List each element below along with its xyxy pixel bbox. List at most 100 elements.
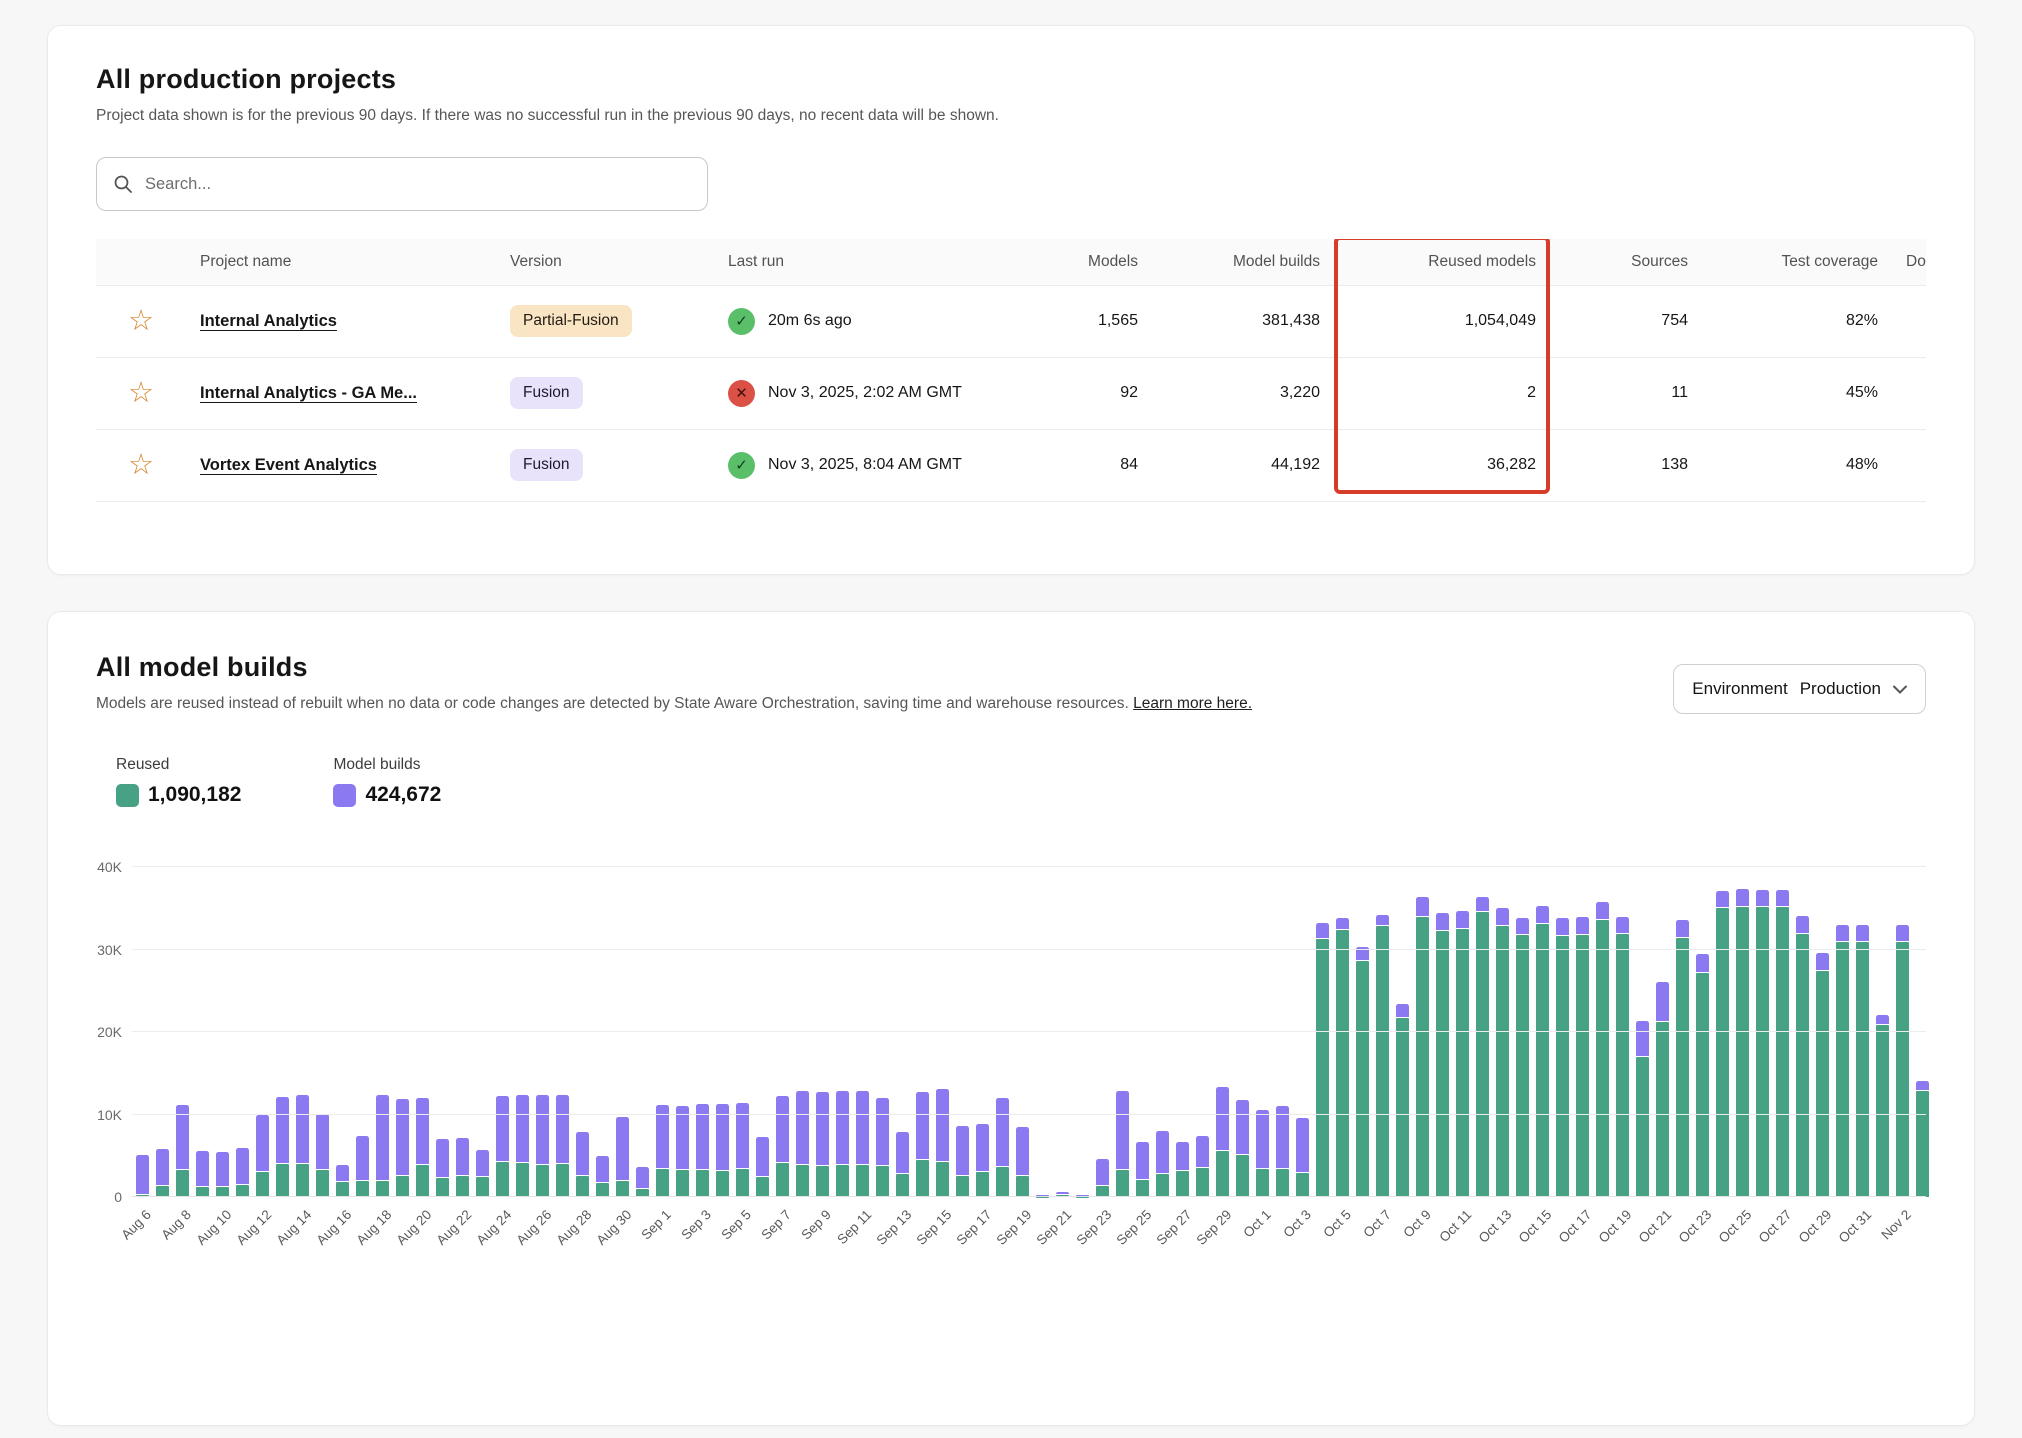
bar-aug-8[interactable]: Aug 8 [176,867,189,1197]
bar-oct-23[interactable]: Oct 23 [1696,867,1709,1197]
favorite-star-icon[interactable]: ☆ [128,307,154,336]
bar-sep-1[interactable]: Sep 1 [656,867,669,1197]
bar-oct-9[interactable]: Oct 9 [1416,867,1429,1197]
bar-aug-20[interactable]: Aug 20 [416,867,429,1197]
search-input[interactable] [145,175,691,194]
bar-oct-5[interactable]: Oct 5 [1336,867,1349,1197]
bar-oct-15[interactable]: Oct 15 [1536,867,1549,1197]
bar-aug-29[interactable] [596,867,609,1197]
bar-oct-2[interactable] [1276,867,1289,1197]
bar-oct-8[interactable] [1396,867,1409,1197]
bar-aug-23[interactable] [476,867,489,1197]
bar-oct-10[interactable] [1436,867,1449,1197]
bar-oct-13[interactable]: Oct 13 [1496,867,1509,1197]
bar-oct-25[interactable]: Oct 25 [1736,867,1749,1197]
bar-oct-28[interactable] [1796,867,1809,1197]
bar-oct-30[interactable] [1836,867,1849,1197]
bar-sep-3[interactable]: Sep 3 [696,867,709,1197]
bar-sep-17[interactable]: Sep 17 [976,867,989,1197]
favorite-star-icon[interactable]: ☆ [128,379,154,408]
bar-aug-27[interactable] [556,867,569,1197]
bar-sep-26[interactable] [1156,867,1169,1197]
bar-sep-15[interactable]: Sep 15 [936,867,949,1197]
bar-sep-24[interactable] [1116,867,1129,1197]
bar-aug-22[interactable]: Aug 22 [456,867,469,1197]
bar-oct-31[interactable]: Oct 31 [1856,867,1869,1197]
project-name-link[interactable]: Internal Analytics [200,312,337,330]
bar-oct-3[interactable]: Oct 3 [1296,867,1309,1197]
environment-select[interactable]: Environment Production [1673,664,1926,714]
bar-nov-2[interactable]: Nov 2 [1896,867,1909,1197]
bar-sep-18[interactable] [996,867,1009,1197]
bar-oct-22[interactable] [1676,867,1689,1197]
bar-aug-16[interactable]: Aug 16 [336,867,349,1197]
bar-oct-20[interactable] [1636,867,1649,1197]
bar-aug-18[interactable]: Aug 18 [376,867,389,1197]
bar-sep-13[interactable]: Sep 13 [896,867,909,1197]
bar-sep-5[interactable]: Sep 5 [736,867,749,1197]
bar-nov-1[interactable] [1876,867,1889,1197]
bar-oct-27[interactable]: Oct 27 [1776,867,1789,1197]
bar-sep-21[interactable]: Sep 21 [1056,867,1069,1197]
bar-oct-24[interactable] [1716,867,1729,1197]
learn-more-link[interactable]: Learn more here. [1133,695,1252,712]
bar-oct-21[interactable]: Oct 21 [1656,867,1669,1197]
bar-sep-9[interactable]: Sep 9 [816,867,829,1197]
bar-oct-12[interactable] [1476,867,1489,1197]
bar-sep-25[interactable]: Sep 25 [1136,867,1149,1197]
bar-oct-11[interactable]: Oct 11 [1456,867,1469,1197]
bar-aug-6[interactable]: Aug 6 [136,867,149,1197]
favorite-star-icon[interactable]: ☆ [128,451,154,480]
bar-oct-26[interactable] [1756,867,1769,1197]
bar-sep-28[interactable] [1196,867,1209,1197]
bar-sep-4[interactable] [716,867,729,1197]
bar-oct-4[interactable] [1316,867,1329,1197]
bar-aug-30[interactable]: Aug 30 [616,867,629,1197]
bar-oct-14[interactable] [1516,867,1529,1197]
bar-aug-9[interactable] [196,867,209,1197]
search-box[interactable] [96,157,708,211]
bar-sep-8[interactable] [796,867,809,1197]
bar-aug-31[interactable] [636,867,649,1197]
bar-sep-23[interactable]: Sep 23 [1096,867,1109,1197]
bar-sep-14[interactable] [916,867,929,1197]
bar-sep-30[interactable] [1236,867,1249,1197]
bar-aug-26[interactable]: Aug 26 [536,867,549,1197]
bar-sep-16[interactable] [956,867,969,1197]
bar-oct-1[interactable]: Oct 1 [1256,867,1269,1197]
project-name-link[interactable]: Internal Analytics - GA Me... [200,384,417,402]
bar-aug-21[interactable] [436,867,449,1197]
bar-aug-11[interactable] [236,867,249,1197]
bar-sep-29[interactable]: Sep 29 [1216,867,1229,1197]
bar-aug-15[interactable] [316,867,329,1197]
bar-aug-19[interactable] [396,867,409,1197]
project-name-link[interactable]: Vortex Event Analytics [200,456,377,474]
bar-oct-18[interactable] [1596,867,1609,1197]
bar-sep-19[interactable]: Sep 19 [1016,867,1029,1197]
bar-oct-29[interactable]: Oct 29 [1816,867,1829,1197]
bar-oct-19[interactable]: Oct 19 [1616,867,1629,1197]
bar-aug-25[interactable] [516,867,529,1197]
bar-sep-22[interactable] [1076,867,1089,1197]
bar-sep-27[interactable]: Sep 27 [1176,867,1189,1197]
bar-oct-6[interactable] [1356,867,1369,1197]
bar-sep-11[interactable]: Sep 11 [856,867,869,1197]
bar-aug-24[interactable]: Aug 24 [496,867,509,1197]
bar-aug-17[interactable] [356,867,369,1197]
bar-sep-2[interactable] [676,867,689,1197]
bar-aug-28[interactable]: Aug 28 [576,867,589,1197]
bar-nov-3[interactable] [1916,867,1929,1197]
bar-sep-12[interactable] [876,867,889,1197]
bar-aug-10[interactable]: Aug 10 [216,867,229,1197]
bar-aug-13[interactable] [276,867,289,1197]
bar-oct-16[interactable] [1556,867,1569,1197]
bar-sep-6[interactable] [756,867,769,1197]
bar-aug-14[interactable]: Aug 14 [296,867,309,1197]
bar-aug-7[interactable] [156,867,169,1197]
bar-sep-10[interactable] [836,867,849,1197]
bar-oct-7[interactable]: Oct 7 [1376,867,1389,1197]
bar-aug-12[interactable]: Aug 12 [256,867,269,1197]
bar-sep-20[interactable] [1036,867,1049,1197]
bar-oct-17[interactable]: Oct 17 [1576,867,1589,1197]
bar-sep-7[interactable]: Sep 7 [776,867,789,1197]
